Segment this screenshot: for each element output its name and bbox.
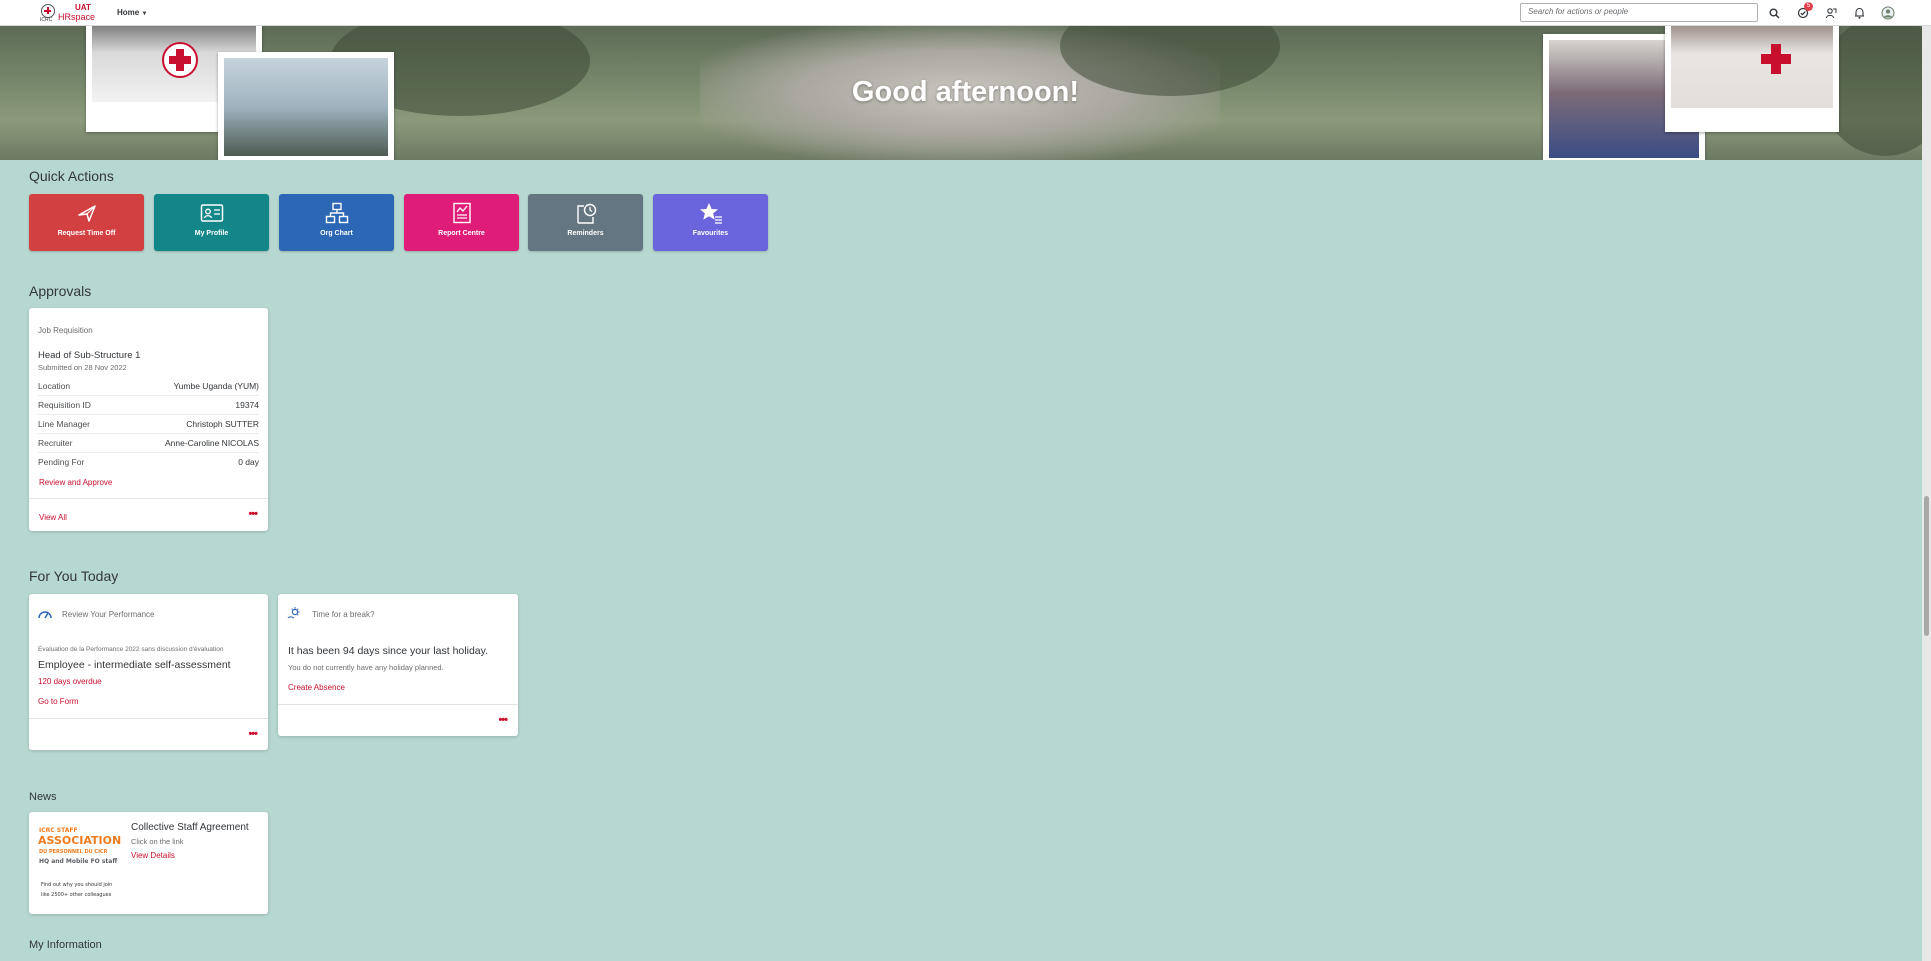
logo-env-text: UAT bbox=[75, 3, 91, 12]
news-headline: Collective Staff Agreement bbox=[131, 822, 249, 833]
performance-card-footer: ••• bbox=[29, 718, 268, 750]
airplane-icon bbox=[29, 202, 144, 224]
row-value: Christoph SUTTER bbox=[186, 419, 259, 429]
notification-badge: 5 bbox=[1804, 2, 1813, 11]
hero-banner: Good afternoon! bbox=[0, 26, 1931, 160]
report-icon bbox=[404, 202, 519, 224]
performance-card[interactable]: Review Your Performance Evaluation de la… bbox=[29, 594, 268, 750]
tile-label: Reminders bbox=[567, 230, 604, 237]
row-label: Pending For bbox=[38, 457, 85, 467]
news-title: News bbox=[29, 791, 57, 803]
caret-down-icon: ▼ bbox=[141, 11, 148, 17]
approval-submitted-date: Submitted on 28 Nov 2022 bbox=[38, 363, 127, 372]
search-input[interactable]: Search for actions or people bbox=[1520, 3, 1758, 22]
home-nav-label: Home bbox=[117, 8, 140, 17]
request-time-off-tile[interactable]: Request Time Off bbox=[29, 194, 144, 251]
approvals-title: Approvals bbox=[29, 283, 92, 299]
for-you-today-title: For You Today bbox=[29, 568, 119, 584]
go-to-form-link[interactable]: Go to Form bbox=[38, 697, 78, 706]
logo-app-text: HRspace bbox=[58, 12, 96, 22]
sun-icon bbox=[287, 606, 301, 625]
report-centre-tile[interactable]: Report Centre bbox=[404, 194, 519, 251]
people-icon[interactable] bbox=[1823, 5, 1839, 21]
tile-label: Org Chart bbox=[320, 230, 353, 237]
favourites-tile[interactable]: Favourites bbox=[653, 194, 768, 251]
row-label: Line Manager bbox=[38, 419, 90, 429]
staff-association-image: ICRC STAFF ASSOCIATION DU PERSONNEL DU C… bbox=[36, 820, 126, 908]
overdue-text: 120 days overdue bbox=[38, 677, 102, 686]
row-label: Recruiter bbox=[38, 438, 73, 448]
image-text-line: HQ and Mobile FO staff bbox=[39, 858, 118, 865]
break-card[interactable]: Time for a break? It has been 94 days si… bbox=[278, 594, 518, 736]
star-list-icon bbox=[653, 202, 768, 224]
row-label: Location bbox=[38, 381, 71, 391]
approval-type: Job Requisition bbox=[38, 326, 93, 335]
my-information-title: My Information bbox=[29, 939, 102, 951]
image-text-line: ICRC STAFF bbox=[39, 827, 78, 834]
approval-card[interactable]: Job Requisition Head of Sub-Structure 1 … bbox=[29, 308, 268, 531]
row-label: Requisition ID bbox=[38, 400, 91, 410]
image-text-line: ASSOCIATION bbox=[38, 834, 122, 847]
row-value: Anne-Caroline NICOLAS bbox=[164, 438, 259, 448]
approvals-icon[interactable]: 5 bbox=[1795, 2, 1813, 21]
gauge-icon bbox=[37, 607, 53, 625]
create-absence-link[interactable]: Create Absence bbox=[288, 683, 345, 692]
view-all-link[interactable]: View All bbox=[39, 513, 67, 522]
view-details-link[interactable]: View Details bbox=[131, 851, 175, 860]
logo-org-text: ICRC bbox=[40, 17, 53, 23]
user-avatar-icon[interactable] bbox=[1880, 5, 1896, 21]
approval-card-footer: View All ••• bbox=[29, 498, 268, 531]
id-card-icon bbox=[154, 202, 269, 224]
greeting-title: Good afternoon! bbox=[851, 76, 1080, 108]
shell-header: ICRC UAT HRspace Home ▼ Search for actio… bbox=[0, 0, 1931, 26]
break-message: It has been 94 days since your last holi… bbox=[288, 645, 489, 657]
page-scrollbar[interactable] bbox=[1922, 26, 1931, 961]
more-options-icon[interactable]: ••• bbox=[498, 714, 508, 726]
company-logo[interactable]: ICRC UAT HRspace bbox=[38, 3, 96, 23]
bell-icon[interactable] bbox=[1851, 5, 1867, 21]
image-text-line: DU PERSONNEL DU CICR bbox=[39, 849, 108, 855]
break-card-footer: ••• bbox=[278, 704, 518, 736]
red-cross-icon bbox=[162, 42, 198, 78]
approval-position: Head of Sub-Structure 1 bbox=[38, 350, 141, 361]
approval-row-recruiter: Recruiter Anne-Caroline NICOLAS bbox=[38, 434, 259, 453]
performance-step: Employee - intermediate self-assessment bbox=[38, 659, 231, 671]
org-chart-tile[interactable]: Org Chart bbox=[279, 194, 394, 251]
tile-label: Report Centre bbox=[438, 230, 485, 237]
performance-heading: Review Your Performance bbox=[62, 610, 155, 619]
red-cross-emblem-icon bbox=[41, 4, 55, 18]
row-value: 0 day bbox=[238, 457, 259, 467]
tile-label: Favourites bbox=[692, 230, 729, 237]
tile-label: My Profile bbox=[194, 230, 229, 237]
reminders-tile[interactable]: Reminders bbox=[528, 194, 643, 251]
approval-row-pending-for: Pending For 0 day bbox=[38, 453, 259, 472]
approval-row-location: Location Yumbe Uganda (YUM) bbox=[38, 377, 259, 396]
image-text-line: like 2500+ other colleagues bbox=[41, 892, 112, 898]
more-options-icon[interactable]: ••• bbox=[248, 728, 258, 740]
tile-label: Request Time Off bbox=[57, 230, 116, 237]
break-heading: Time for a break? bbox=[312, 610, 375, 619]
row-value: Yumbe Uganda (YUM) bbox=[173, 381, 259, 391]
row-value: 19374 bbox=[235, 400, 259, 410]
quick-actions-title: Quick Actions bbox=[29, 168, 114, 184]
news-sub: Click on the link bbox=[131, 837, 184, 846]
ambulance-cross-horizontal bbox=[1761, 54, 1791, 64]
my-profile-tile[interactable]: My Profile bbox=[154, 194, 269, 251]
review-and-approve-link[interactable]: Review and Approve bbox=[39, 478, 112, 487]
more-options-icon[interactable]: ••• bbox=[248, 508, 258, 520]
news-card[interactable]: ICRC STAFF ASSOCIATION DU PERSONNEL DU C… bbox=[29, 812, 268, 914]
performance-form-name: Evaluation de la Performance 2022 sans d… bbox=[38, 646, 224, 653]
approval-row-requisition-id: Requisition ID 19374 bbox=[38, 396, 259, 415]
break-sub-message: You do not currently have any holiday pl… bbox=[288, 663, 444, 672]
clock-note-icon bbox=[528, 202, 643, 224]
search-icon[interactable] bbox=[1766, 5, 1782, 21]
home-nav-menu[interactable]: Home ▼ bbox=[117, 8, 147, 17]
org-chart-icon bbox=[279, 202, 394, 224]
approval-row-line-manager: Line Manager Christoph SUTTER bbox=[38, 415, 259, 434]
scrollbar-thumb[interactable] bbox=[1924, 496, 1929, 636]
image-text-line: Find out why you should join bbox=[41, 882, 113, 888]
